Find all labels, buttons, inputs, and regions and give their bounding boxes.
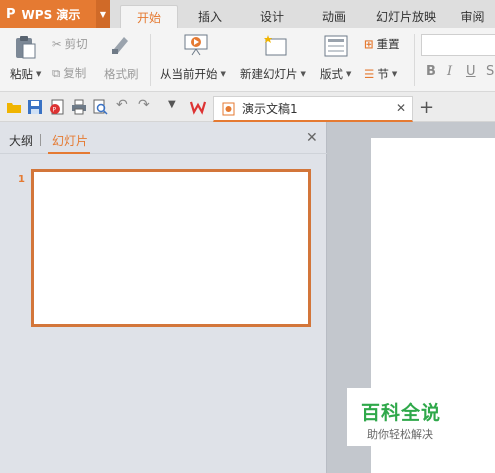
format-painter-label: 格式刷 bbox=[104, 67, 139, 81]
paste-dropdown-icon: ▼ bbox=[36, 70, 42, 78]
copy-icon: ⧉ bbox=[52, 65, 61, 80]
new-slide-icon[interactable] bbox=[262, 33, 288, 57]
tab-divider bbox=[40, 134, 41, 146]
tab-slideshow[interactable]: 幻灯片放映 bbox=[366, 5, 446, 28]
close-panel-icon[interactable]: ✕ bbox=[306, 130, 318, 146]
active-tab-indicator bbox=[48, 152, 90, 154]
redo-icon[interactable]: ↷ bbox=[138, 97, 154, 113]
reset-button[interactable]: ⊞ 重置 bbox=[364, 36, 400, 52]
paste-label: 粘贴 bbox=[10, 67, 33, 81]
ribbon: 粘贴 ▼ ✂ 剪切 ⧉ 复制 格式刷 从当前开始 ▼ 新建幻灯片 ▼ 版式 ▼ ⊞ 重置 ☰ 节… bbox=[0, 28, 495, 92]
tab-slides[interactable]: 幻灯片 bbox=[52, 132, 88, 149]
open-folder-icon[interactable] bbox=[6, 99, 22, 115]
tab-outline[interactable]: 大纲 bbox=[9, 132, 33, 149]
underline-button[interactable]: U bbox=[466, 64, 476, 79]
slideshow-play-icon[interactable] bbox=[183, 33, 209, 57]
layout-dropdown-icon: ▼ bbox=[346, 70, 352, 78]
slides-panel: 大纲 幻灯片 ✕ 1 bbox=[0, 122, 327, 473]
app-name: WPS 演示 bbox=[21, 7, 81, 22]
italic-button[interactable]: I bbox=[447, 64, 452, 79]
bold-button[interactable]: B bbox=[426, 64, 436, 79]
watermark-title: 百科全说 bbox=[361, 402, 442, 424]
start-dropdown-icon: ▼ bbox=[220, 70, 226, 78]
start-from-current-button[interactable]: 从当前开始 ▼ bbox=[160, 66, 226, 82]
new-slide-button[interactable]: 新建幻灯片 ▼ bbox=[240, 66, 306, 82]
copy-label: 复制 bbox=[63, 66, 87, 80]
new-slide-label: 新建幻灯片 bbox=[240, 67, 298, 81]
undo-icon[interactable]: ↶ bbox=[116, 97, 132, 113]
copy-button[interactable]: ⧉ 复制 bbox=[52, 65, 86, 81]
customize-dropdown-icon[interactable]: ▼ bbox=[168, 99, 184, 115]
section-icon: ☰ bbox=[364, 67, 375, 81]
svg-text:P: P bbox=[53, 107, 57, 114]
scissors-icon: ✂ bbox=[52, 37, 62, 51]
slide-thumbnail[interactable] bbox=[31, 169, 311, 327]
title-bar: P WPS 演示 ▼ 开始 插入 设计 动画 幻灯片放映 审阅 bbox=[0, 0, 495, 28]
reset-label: 重置 bbox=[376, 37, 400, 51]
new-slide-dropdown-icon: ▼ bbox=[300, 70, 306, 78]
new-tab-icon[interactable]: + bbox=[419, 97, 434, 118]
cut-button[interactable]: ✂ 剪切 bbox=[52, 36, 88, 52]
tab-insert[interactable]: 插入 bbox=[182, 5, 238, 28]
paste-icon[interactable] bbox=[12, 34, 38, 60]
section-button[interactable]: ☰ 节 ▼ bbox=[364, 66, 397, 82]
app-menu-dropdown-icon[interactable]: ▼ bbox=[96, 0, 110, 28]
ribbon-divider bbox=[150, 34, 151, 86]
tab-review[interactable]: 审阅 bbox=[450, 5, 495, 28]
start-from-current-label: 从当前开始 bbox=[160, 67, 218, 81]
panel-tabs: 大纲 幻灯片 ✕ bbox=[0, 122, 327, 154]
close-tab-icon[interactable]: ✕ bbox=[396, 101, 406, 115]
format-painter-button[interactable]: 格式刷 bbox=[104, 66, 139, 82]
format-painter-icon[interactable] bbox=[109, 32, 133, 56]
ribbon-divider bbox=[414, 34, 415, 86]
reset-icon: ⊞ bbox=[364, 37, 374, 51]
document-tab[interactable]: 演示文稿1 ✕ bbox=[213, 96, 413, 122]
section-label: 节 bbox=[377, 67, 389, 81]
cut-label: 剪切 bbox=[64, 37, 88, 51]
layout-label: 版式 bbox=[320, 67, 343, 81]
paste-button[interactable]: 粘贴 ▼ bbox=[10, 66, 41, 82]
tab-animation[interactable]: 动画 bbox=[306, 5, 362, 28]
wps-logo-icon: P bbox=[6, 6, 16, 22]
print-icon[interactable] bbox=[71, 99, 87, 115]
section-dropdown-icon: ▼ bbox=[391, 70, 398, 78]
print-preview-icon[interactable] bbox=[92, 99, 108, 115]
save-icon[interactable] bbox=[27, 99, 43, 115]
layout-icon[interactable] bbox=[324, 35, 348, 57]
font-name-input[interactable] bbox=[421, 34, 495, 56]
document-title: 演示文稿1 bbox=[242, 102, 298, 116]
watermark: 百科全说 助你轻松解决 bbox=[347, 388, 457, 446]
layout-button[interactable]: 版式 ▼ bbox=[320, 66, 351, 82]
export-pdf-icon[interactable]: P bbox=[49, 99, 65, 115]
wps-home-icon[interactable] bbox=[190, 99, 206, 115]
strikethrough-button[interactable]: S bbox=[486, 64, 494, 79]
quick-access-bar: P ↶ ↷ ▼ 演示文稿1 ✕ + bbox=[0, 92, 495, 122]
app-menu-button[interactable]: P WPS 演示 ▼ bbox=[0, 0, 110, 28]
slide-number: 1 bbox=[18, 174, 25, 185]
tab-home[interactable]: 开始 bbox=[120, 5, 178, 28]
presentation-file-icon bbox=[222, 102, 235, 115]
watermark-subtitle: 助你轻松解决 bbox=[367, 428, 433, 441]
tab-design[interactable]: 设计 bbox=[244, 5, 300, 28]
